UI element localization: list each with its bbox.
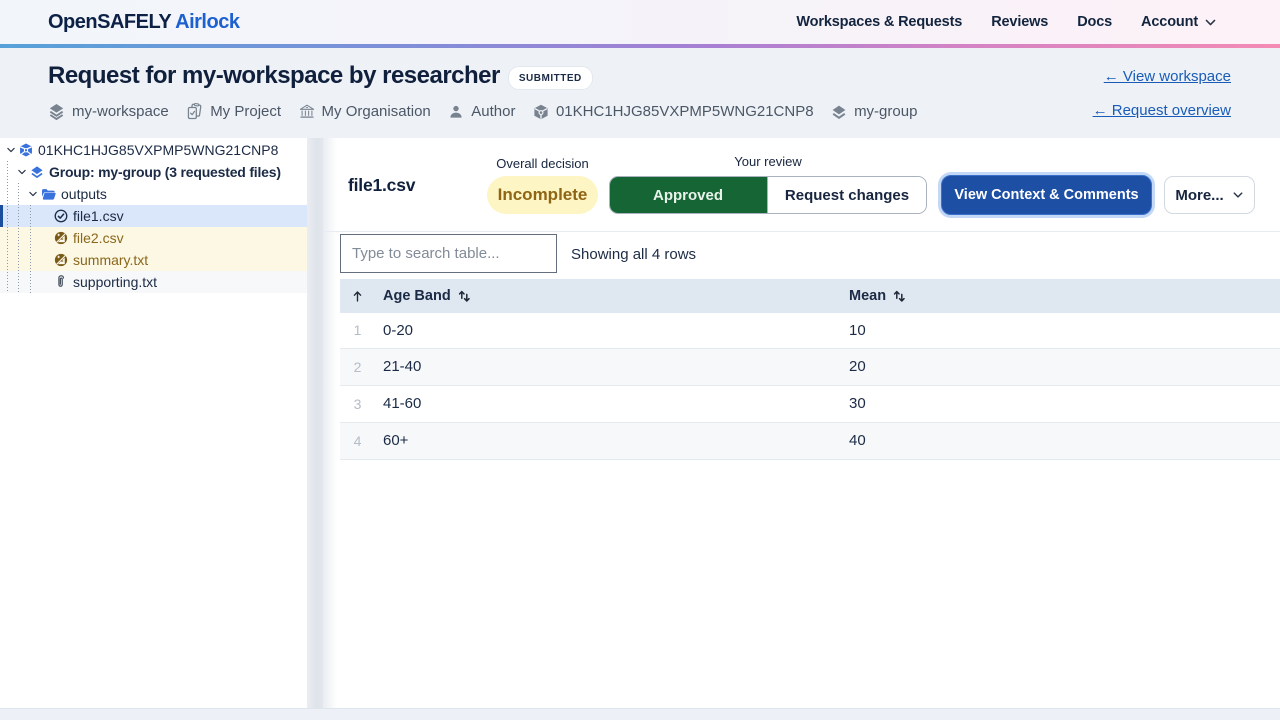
tree-item-group[interactable]: Group: my-group (3 requested files) (0, 161, 307, 183)
clipboard-check-icon (186, 103, 203, 120)
request-header: Request for my-workspace by researcher S… (0, 48, 1280, 138)
your-review-label: Your review (609, 154, 927, 169)
brand-main: OpenSAFELY (48, 11, 171, 33)
chevron-down-icon (1204, 16, 1217, 29)
top-nav: OpenSAFELY Airlock Workspaces & Requests… (0, 0, 1280, 44)
chevron-down-icon[interactable] (6, 145, 16, 155)
meta-organisation: My Organisation (299, 103, 431, 120)
tree-indent-guide (7, 161, 8, 293)
rows-count-info: Showing all 4 rows (571, 246, 696, 263)
file-tree: 01KHC1HJG85VXPMP5WNG21CNP8 Group: my-gro… (0, 138, 307, 293)
nav-item-docs[interactable]: Docs (1077, 14, 1112, 30)
check-circle-icon (54, 209, 68, 223)
chevron-down-icon[interactable] (17, 167, 27, 177)
request-overview-link[interactable]: ← Request overview (1093, 102, 1231, 119)
mean-column-header[interactable]: Mean (841, 279, 1280, 313)
brand-logo[interactable]: OpenSAFELY Airlock (48, 11, 239, 34)
meta-request-id: 01KHC1HJG85VXPMP5WNG21CNP8 (533, 103, 814, 120)
nav-item-account[interactable]: Account (1141, 14, 1217, 30)
layers-3-icon (48, 103, 65, 120)
meta-workspace: my-workspace (48, 103, 169, 120)
overall-decision-badge: Incomplete (487, 176, 598, 214)
table-search-input[interactable] (340, 234, 557, 273)
pen-circle-icon (54, 231, 68, 245)
pen-circle-icon (54, 253, 68, 267)
tree-item-request-root[interactable]: 01KHC1HJG85VXPMP5WNG21CNP8 (0, 139, 307, 161)
tree-item-supporting[interactable]: supporting.txt (0, 271, 307, 293)
tree-item-summary[interactable]: summary.txt (0, 249, 307, 271)
overall-decision-label: Overall decision (487, 156, 598, 171)
table-row: 4 60+ 40 (340, 422, 1280, 459)
cube-icon (19, 143, 33, 157)
meta-author: Author (448, 103, 515, 120)
tree-indent-guide (18, 183, 19, 293)
sort-ascending-icon (351, 290, 364, 303)
nav-links: Workspaces & Requests Reviews Docs Accou… (796, 14, 1217, 30)
tree-indent-guide (30, 205, 31, 293)
tree-item-file1[interactable]: file1.csv (0, 205, 307, 227)
tree-item-outputs[interactable]: outputs (0, 183, 307, 205)
view-context-button[interactable]: View Context & Comments (941, 175, 1152, 215)
status-badge: SUBMITTED (508, 66, 593, 90)
file-content-panel: file1.csv Overall decision Incomplete Yo… (323, 138, 1280, 708)
table-row: 3 41-60 30 (340, 385, 1280, 422)
nav-item-reviews[interactable]: Reviews (991, 14, 1048, 30)
chevron-down-icon (1232, 189, 1244, 201)
table-row: 2 21-40 20 (340, 348, 1280, 385)
person-icon (448, 104, 464, 120)
view-workspace-link[interactable]: ← View workspace (1104, 68, 1231, 85)
file-title: file1.csv (348, 175, 415, 196)
tree-item-file2[interactable]: file2.csv (0, 227, 307, 249)
sort-icon[interactable] (893, 290, 905, 302)
meta-project: My Project (186, 103, 281, 120)
table-row: 1 0-20 10 (340, 313, 1280, 348)
layers-2-icon (831, 104, 847, 120)
page-title: Request for my-workspace by researcher (48, 62, 500, 90)
index-sort-header[interactable] (340, 279, 375, 313)
data-table: Age Band Mean 1 0-20 1 (340, 279, 1280, 460)
folder-open-icon (41, 187, 56, 202)
paperclip-icon (54, 275, 68, 289)
layers-icon (30, 165, 44, 179)
request-changes-button[interactable]: Request changes (768, 177, 926, 213)
brand-sub: Airlock (175, 11, 239, 33)
table-header-row: Age Band Mean (340, 279, 1280, 313)
approved-button[interactable]: Approved (609, 176, 768, 214)
file-tree-sidebar: 01KHC1HJG85VXPMP5WNG21CNP8 Group: my-gro… (0, 138, 307, 708)
chevron-down-icon[interactable] (28, 189, 38, 199)
review-button-group: Approved Request changes (609, 176, 927, 214)
nav-item-workspaces[interactable]: Workspaces & Requests (796, 14, 962, 30)
meta-group: my-group (831, 103, 917, 120)
age-band-column-header[interactable]: Age Band (375, 279, 841, 313)
more-button[interactable]: More... (1164, 176, 1255, 214)
cube-icon (533, 104, 549, 120)
file-header: file1.csv Overall decision Incomplete Yo… (323, 138, 1280, 232)
bank-icon (299, 104, 315, 120)
footer-strip (0, 708, 1280, 720)
sidebar-resize-handle[interactable] (307, 138, 323, 708)
sort-icon[interactable] (458, 290, 470, 302)
